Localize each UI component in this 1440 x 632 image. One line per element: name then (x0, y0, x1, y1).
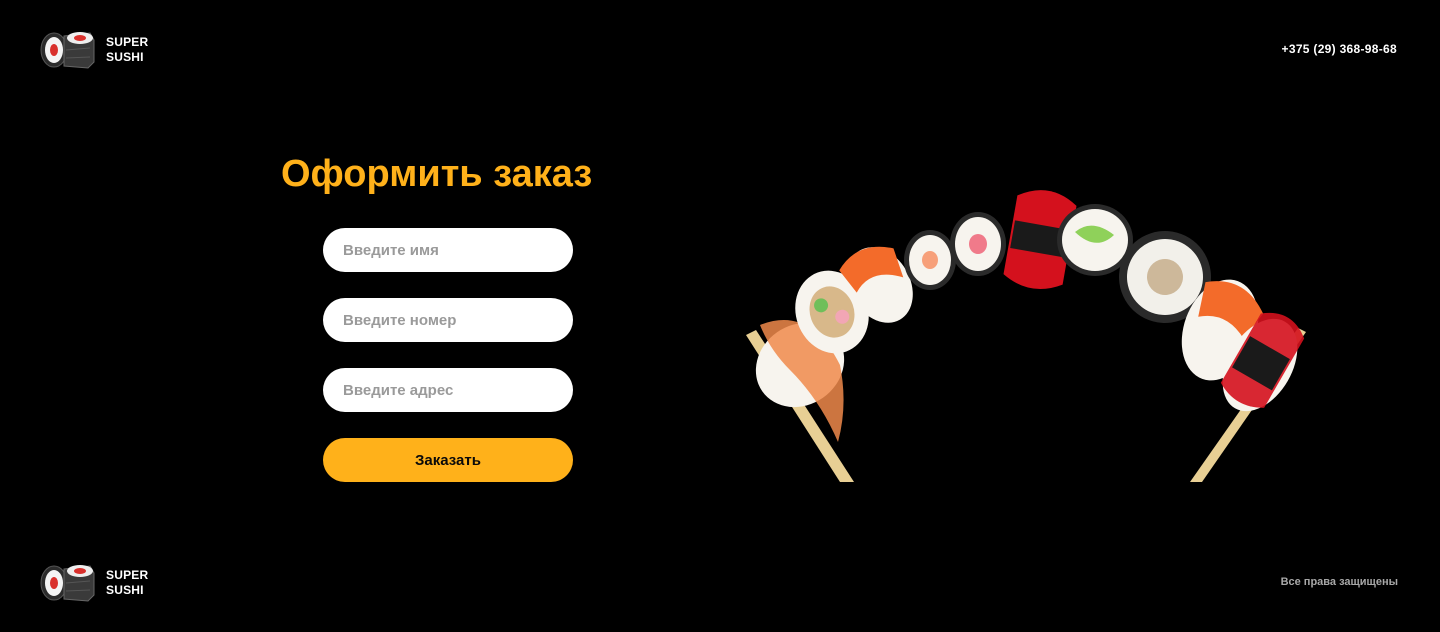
phone-input[interactable] (323, 298, 573, 342)
logo-line-1: SUPER (106, 568, 149, 582)
logo-line-2: SUSHI (106, 583, 144, 597)
address-input[interactable] (323, 368, 573, 412)
phone-number[interactable]: +375 (29) 368-98-68 (1282, 42, 1397, 56)
order-button[interactable]: Заказать (323, 438, 573, 482)
page-title: Оформить заказ (281, 153, 593, 195)
sushi-roll-icon (40, 565, 95, 602)
logo-line-1: SUPER (106, 35, 149, 49)
logo-text: SUPER SUSHI (106, 35, 148, 65)
logo-line-2: SUSHI (106, 50, 144, 64)
sushi-roll-icon (40, 32, 95, 69)
logo-text: SUPER SUSHI (106, 568, 148, 598)
header-logo[interactable]: SUPER SUSHI (40, 30, 148, 70)
sushi-arc-image (746, 190, 1306, 482)
footer-logo[interactable]: SUPER SUSHI (40, 563, 148, 603)
copyright-text: Все права защищены (1280, 576, 1398, 588)
name-input[interactable] (323, 228, 573, 272)
